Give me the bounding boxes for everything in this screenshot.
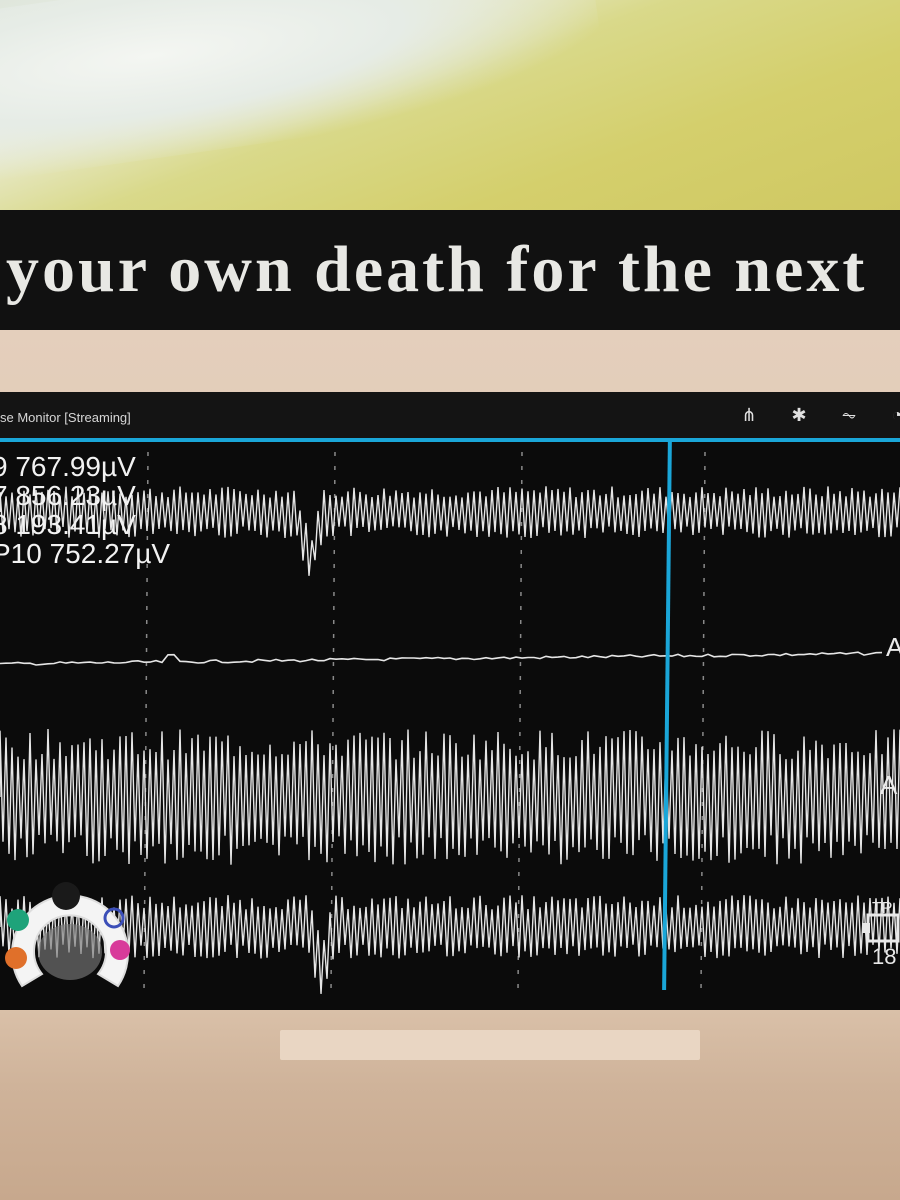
grid-lines [143, 451, 706, 993]
reading-3: 8 193.41µV [0, 509, 136, 540]
poster-surf [0, 0, 609, 184]
tp-badge-label: TP [872, 900, 892, 917]
reading-2: 7 856.23µV [0, 480, 136, 511]
caption-bar: your own death for the next [0, 210, 900, 330]
tp-badge-icon: TP [862, 900, 900, 943]
reading-1: 9 767.99µV [0, 451, 136, 482]
trace-channel-3 [0, 728, 900, 865]
phone-stand [280, 1030, 700, 1060]
bottom-number: 18 [872, 944, 897, 969]
channel-readings: 9 767.99µV 7 856.23µV 8 193.41µV P10 752… [0, 452, 170, 568]
muse-sensor-ring-icon[interactable] [2, 882, 138, 994]
caption-text: your own death for the next [6, 233, 868, 306]
trace-channel-2 [0, 651, 883, 666]
background-poster-photo [0, 0, 900, 215]
side-label-1: A [886, 632, 900, 662]
reading-4: P10 752.27µV [0, 538, 171, 569]
phone-screen: se Monitor [Streaming] ⋔ ✱ ⏦ ◔ 9 767.99µ… [0, 392, 900, 1012]
side-label-2: A [880, 770, 898, 800]
